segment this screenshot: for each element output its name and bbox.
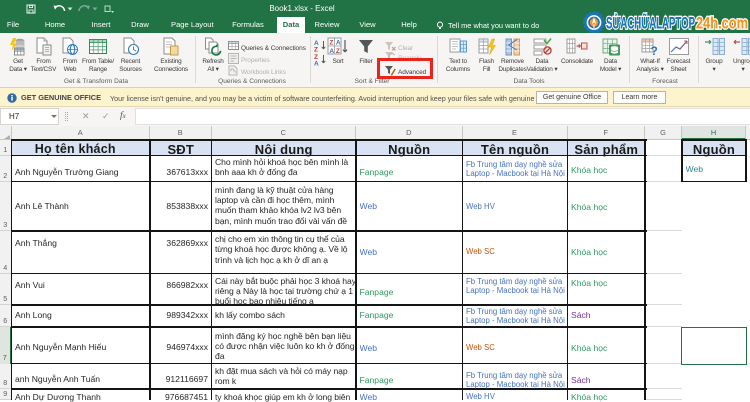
- svg-text:Z: Z: [329, 40, 333, 47]
- svg-text:24h.com: 24h.com: [696, 14, 748, 33]
- svg-text:SỬACHỮALAPTOP: SỬACHỮALAPTOP: [606, 13, 695, 33]
